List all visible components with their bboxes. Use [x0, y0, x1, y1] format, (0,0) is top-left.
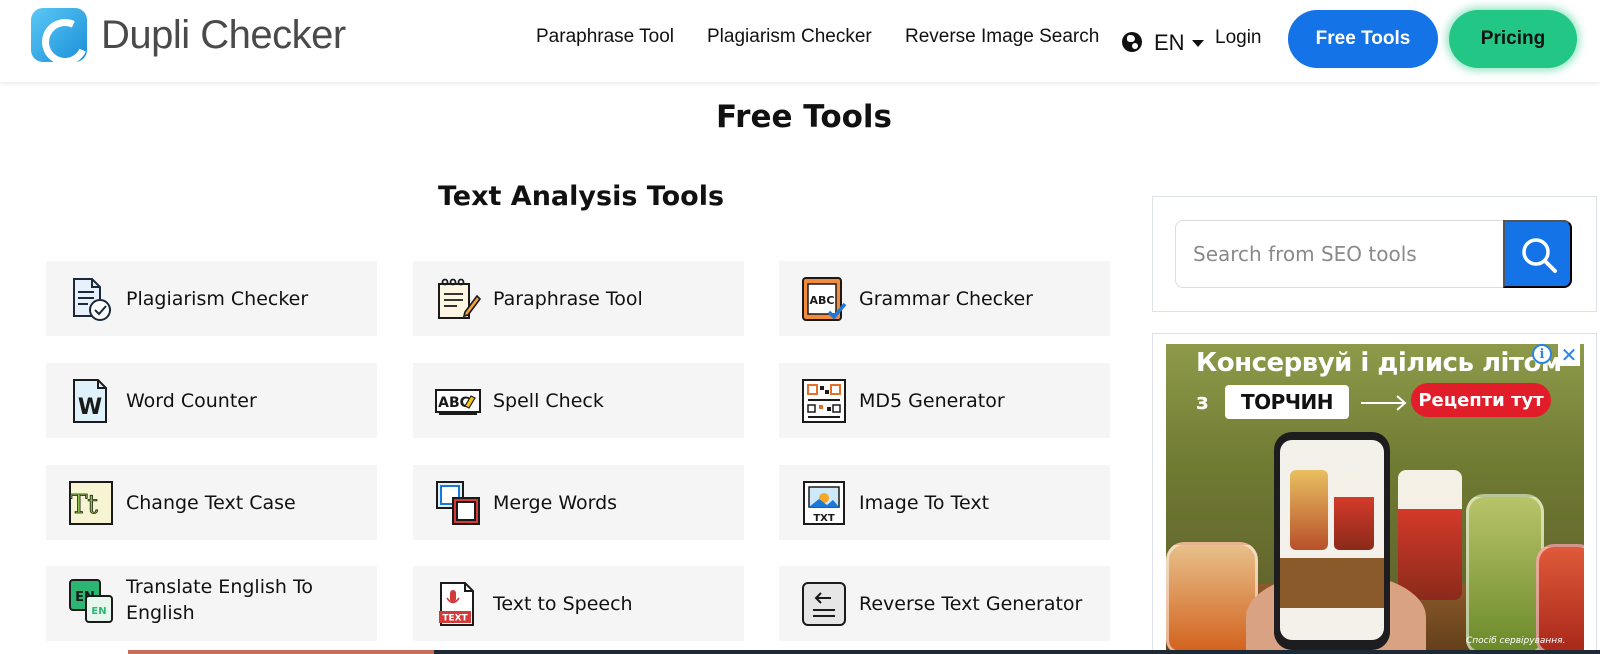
site-header: Dupli Checker Paraphrase Tool Plagiarism…: [0, 0, 1600, 82]
page-title: Free Tools: [715, 99, 893, 135]
tool-label: Spell Check: [493, 389, 604, 412]
grammar-checker-icon: ABC: [802, 276, 847, 321]
tool-label: Plagiarism Checker: [126, 287, 309, 310]
tool-translate-english[interactable]: EN EN Translate English To English: [46, 566, 377, 641]
tool-label: Merge Words: [493, 491, 618, 514]
plagiarism-checker-icon: [73, 277, 111, 321]
tool-label: Text to Speech: [493, 592, 633, 615]
svg-text:W: W: [78, 395, 102, 420]
section-title: Text Analysis Tools: [437, 181, 725, 212]
ad-cta-button[interactable]: Рецепти тут: [1411, 383, 1551, 417]
logo-icon: [31, 8, 87, 62]
md5-generator-icon: [802, 378, 846, 423]
nav-paraphrase-tool[interactable]: Paraphrase Tool: [536, 26, 674, 48]
tool-paraphrase-tool[interactable]: Paraphrase Tool: [413, 261, 744, 336]
search-button[interactable]: [1503, 220, 1572, 288]
search-icon: [1522, 238, 1557, 273]
svg-text:ABC: ABC: [810, 294, 835, 307]
text-to-speech-icon: TEXT: [439, 581, 474, 626]
svg-text:Tt: Tt: [70, 490, 98, 520]
tool-label: MD5 Generator: [859, 389, 1005, 412]
chevron-down-icon[interactable]: [1192, 40, 1204, 47]
image-to-text-icon: TXT: [803, 480, 845, 525]
ad-pack-image: [1398, 470, 1462, 600]
search-input[interactable]: [1175, 220, 1505, 288]
tool-grammar-checker[interactable]: ABC Grammar Checker: [779, 261, 1110, 336]
logo-text: Dupli Checker: [101, 12, 346, 57]
globe-icon[interactable]: [1122, 32, 1142, 52]
change-text-case-icon: Tt: [69, 480, 113, 525]
svg-text:ABC: ABC: [438, 395, 470, 411]
reverse-text-icon: [802, 581, 846, 626]
ad-headline: Консервуй і ділись літом: [1196, 348, 1562, 378]
word-counter-icon: W: [73, 378, 107, 423]
ad-jar-image: [1166, 542, 1258, 654]
tool-change-text-case[interactable]: Tt Change Text Case: [46, 465, 377, 540]
tool-image-to-text[interactable]: TXT Image To Text: [779, 465, 1110, 540]
tool-reverse-text-generator[interactable]: Reverse Text Generator: [779, 566, 1110, 641]
ad-info-icon[interactable]: i: [1532, 344, 1552, 364]
tool-label: Change Text Case: [126, 491, 296, 514]
nav-reverse-image-search[interactable]: Reverse Image Search: [905, 26, 1099, 48]
tool-label: Image To Text: [859, 491, 990, 514]
tool-label: Word Counter: [126, 389, 257, 412]
pricing-button[interactable]: Pricing: [1449, 10, 1577, 68]
ad-phone-image: [1274, 432, 1390, 650]
tool-label: Grammar Checker: [859, 287, 1033, 310]
spell-check-icon: ABC: [435, 388, 481, 415]
tool-spell-check[interactable]: ABC Spell Check: [413, 363, 744, 438]
ad-connector: з: [1196, 390, 1209, 415]
svg-text:EN: EN: [91, 606, 106, 617]
ad-close-icon[interactable]: ✕: [1558, 344, 1580, 367]
translate-icon: EN EN: [69, 579, 113, 623]
ad-brand-logo: ТОРЧИН: [1225, 385, 1349, 419]
tool-md5-generator[interactable]: MD5 Generator: [779, 363, 1110, 438]
tool-label: Translate English To English: [126, 576, 313, 624]
tool-word-counter[interactable]: W Word Counter: [46, 363, 377, 438]
login-link[interactable]: Login: [1215, 27, 1262, 49]
free-tools-button[interactable]: Free Tools: [1288, 10, 1438, 68]
tool-label: Paraphrase Tool: [493, 287, 643, 310]
advertisement[interactable]: Консервуй і ділись літом з ТОРЧИН Рецепт…: [1166, 344, 1584, 654]
language-selector[interactable]: EN: [1154, 30, 1185, 56]
ad-disclaimer: Спосіб сервірування.: [1466, 636, 1566, 646]
paraphrase-tool-icon: [438, 278, 481, 319]
tool-plagiarism-checker[interactable]: Plagiarism Checker: [46, 261, 377, 336]
logo[interactable]: Dupli Checker: [31, 8, 346, 62]
svg-text:TXT: TXT: [813, 513, 835, 524]
tool-merge-words[interactable]: Merge Words: [413, 465, 744, 540]
tool-text-to-speech[interactable]: TEXT Text to Speech: [413, 566, 744, 641]
nav-plagiarism-checker[interactable]: Plagiarism Checker: [707, 26, 872, 48]
ad-jar-image: [1466, 494, 1544, 654]
bottom-banner-accent: [128, 650, 434, 654]
tool-label: Reverse Text Generator: [859, 592, 1083, 615]
svg-text:TEXT: TEXT: [442, 613, 468, 623]
merge-words-icon: [436, 480, 480, 525]
